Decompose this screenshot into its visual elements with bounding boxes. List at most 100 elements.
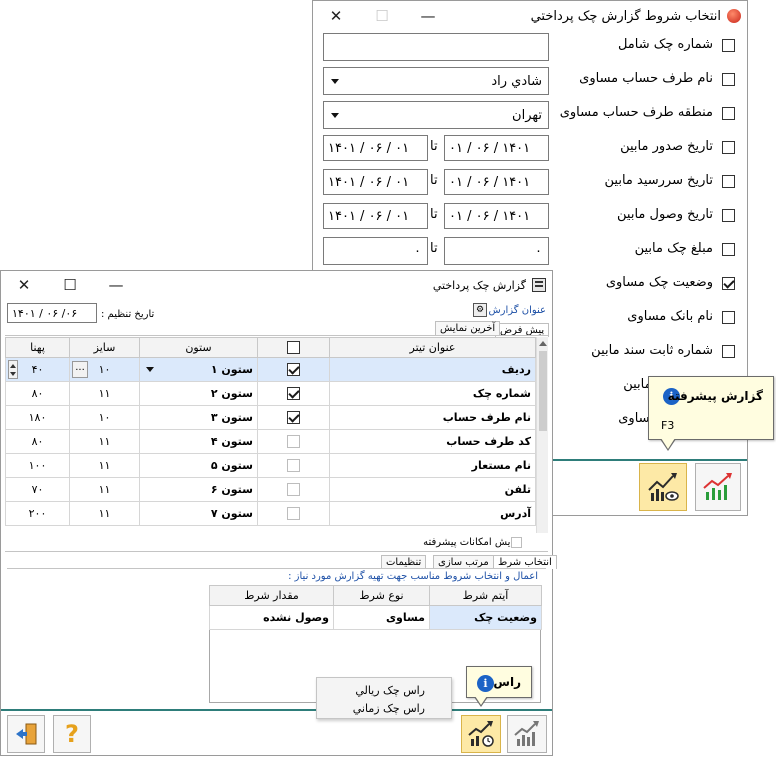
row-title-cell[interactable]: ردیف — [329, 357, 536, 382]
region-dropdown[interactable]: تهران — [323, 101, 549, 129]
row-width-cell[interactable]: ۲۰۰ — [5, 501, 70, 526]
tab-last-view[interactable]: آخرین نمایش — [435, 321, 501, 335]
row-column-cell[interactable]: ستون ۳ — [139, 405, 258, 430]
row-width-cell[interactable]: ۱۰۰ — [5, 453, 70, 478]
condition-checkbox[interactable] — [722, 141, 735, 154]
report-chart-button[interactable] — [507, 715, 547, 753]
tab-select-condition[interactable]: انتخاب شرط — [493, 555, 557, 569]
row-visible-checkbox[interactable] — [287, 435, 300, 449]
stepper-down-icon[interactable] — [10, 372, 16, 376]
row-title-cell[interactable]: کد طرف حساب — [329, 429, 536, 454]
tab-settings[interactable]: تنظیمات — [381, 555, 427, 569]
collect-date-to[interactable]: ۱۴۰۱ / ۰۶ / ۰۱ — [323, 203, 428, 229]
row-check-cell[interactable] — [257, 429, 330, 454]
row-title-cell[interactable]: آدرس — [329, 501, 536, 526]
minimize-button[interactable]: — — [405, 1, 451, 31]
table-row[interactable]: آدرس ستون ۷ ۱۱ ۲۰۰ — [5, 501, 536, 526]
amount-to-input[interactable]: ۰ — [323, 237, 428, 265]
row-check-cell[interactable] — [257, 357, 330, 382]
row-size-cell[interactable]: ۱۰ — [69, 405, 140, 430]
row-size-cell[interactable]: ۱۱ — [69, 453, 140, 478]
row-width-cell[interactable]: ۸۰ — [5, 429, 70, 454]
row-column-cell[interactable]: ستون ۶ — [139, 477, 258, 502]
due-date-to[interactable]: ۱۴۰۱ / ۰۶ / ۰۱ — [323, 169, 428, 195]
table-row[interactable]: کد طرف حساب ستون ۴ ۱۱ ۸۰ — [5, 429, 536, 454]
maximize-button[interactable]: ☐ — [47, 271, 93, 299]
minimize-button[interactable]: — — [93, 271, 139, 299]
account-name-dropdown[interactable]: شادي راد — [323, 67, 549, 95]
ras-button[interactable] — [461, 715, 501, 753]
stepper-up-icon[interactable] — [10, 364, 16, 368]
col-header-check[interactable] — [257, 337, 330, 358]
row-width-cell[interactable]: ۸۰ — [5, 381, 70, 406]
table-row[interactable]: تلفن ستون ۶ ۱۱ ۷۰ — [5, 477, 536, 502]
row-visible-checkbox[interactable] — [287, 459, 300, 473]
row-visible-checkbox[interactable] — [287, 483, 300, 497]
table-row[interactable]: ردیف ستون ۱ ۱۰... ۴۰ — [5, 357, 536, 382]
report-button[interactable] — [695, 463, 741, 511]
row-size-cell[interactable]: ۱۱ — [69, 501, 140, 526]
row-column-cell[interactable]: ستون ۲ — [139, 381, 258, 406]
row-title-cell[interactable]: نام مستعار — [329, 453, 536, 478]
condition-row[interactable]: وضعیت چک مساوی وصول نشده — [209, 605, 542, 630]
row-check-cell[interactable] — [257, 453, 330, 478]
check-number-input[interactable] — [323, 33, 549, 61]
cond-value-cell[interactable]: وصول نشده — [209, 605, 334, 630]
condition-checkbox[interactable] — [722, 209, 735, 222]
collect-date-from[interactable]: ۰۱ / ۰۶ / ۱۴۰۱ — [444, 203, 549, 229]
table-row[interactable]: نام مستعار ستون ۵ ۱۱ ۱۰۰ — [5, 453, 536, 478]
row-title-cell[interactable]: شماره چک — [329, 381, 536, 406]
width-stepper[interactable] — [8, 360, 18, 379]
row-visible-checkbox[interactable] — [287, 387, 300, 401]
condition-checkbox[interactable] — [722, 73, 735, 86]
row-width-cell[interactable]: ۷۰ — [5, 477, 70, 502]
help-button[interactable]: ? — [53, 715, 91, 753]
condition-checkbox[interactable] — [722, 277, 735, 290]
row-column-cell[interactable]: ستون ۵ — [139, 453, 258, 478]
row-column-cell[interactable]: ستون ۱ — [139, 357, 258, 382]
row-check-cell[interactable] — [257, 405, 330, 430]
condition-checkbox[interactable] — [722, 345, 735, 358]
condition-checkbox[interactable] — [722, 175, 735, 188]
condition-checkbox[interactable] — [722, 107, 735, 120]
scroll-up-arrow-icon[interactable] — [539, 341, 547, 346]
table-row[interactable]: نام طرف حساب ستون ۳ ۱۰ ۱۸۰ — [5, 405, 536, 430]
row-width-cell[interactable]: ۱۸۰ — [5, 405, 70, 430]
menu-item-time-ras[interactable]: راس چک زماني — [353, 702, 425, 715]
issue-date-to[interactable]: ۱۴۰۱ / ۰۶ / ۰۱ — [323, 135, 428, 161]
row-visible-checkbox[interactable] — [287, 507, 300, 521]
condition-checkbox[interactable] — [722, 39, 735, 52]
tab-sort[interactable]: مرتب سازی — [433, 555, 494, 569]
condition-checkbox[interactable] — [722, 243, 735, 256]
report-gear-icon[interactable]: ⚙ — [473, 303, 487, 317]
row-size-cell[interactable]: ۱۱ — [69, 429, 140, 454]
condition-checkbox[interactable] — [722, 311, 735, 324]
row-size-cell[interactable]: ۱۰... — [69, 357, 140, 382]
row-width-cell[interactable]: ۴۰ — [5, 357, 70, 382]
row-title-cell[interactable]: تلفن — [329, 477, 536, 502]
select-all-checkbox[interactable] — [287, 341, 300, 355]
grid-scrollbar[interactable] — [536, 337, 548, 533]
row-visible-checkbox[interactable] — [287, 363, 300, 377]
row-size-cell[interactable]: ۱۱ — [69, 381, 140, 406]
maximize-button[interactable]: ☐ — [359, 1, 405, 31]
cond-item-cell[interactable]: وضعیت چک — [429, 605, 542, 630]
issue-date-from[interactable]: ۰۱ / ۰۶ / ۱۴۰۱ — [444, 135, 549, 161]
set-date-field[interactable]: ۱۴۰۱ / ۰۶ /۰۶ — [7, 303, 97, 323]
close-button[interactable]: ✕ — [313, 1, 359, 31]
row-check-cell[interactable] — [257, 501, 330, 526]
scroll-thumb[interactable] — [539, 351, 547, 431]
due-date-from[interactable]: ۰۱ / ۰۶ / ۱۴۰۱ — [444, 169, 549, 195]
row-check-cell[interactable] — [257, 381, 330, 406]
exit-button[interactable] — [7, 715, 45, 753]
row-check-cell[interactable] — [257, 477, 330, 502]
row-column-cell[interactable]: ستون ۷ — [139, 501, 258, 526]
close-button[interactable]: ✕ — [1, 271, 47, 299]
menu-item-rial-ras[interactable]: راس چک ريالي — [355, 684, 425, 697]
amount-from-input[interactable]: ۰ — [444, 237, 549, 265]
table-row[interactable]: شماره چک ستون ۲ ۱۱ ۸۰ — [5, 381, 536, 406]
row-visible-checkbox[interactable] — [287, 411, 300, 425]
advanced-report-button[interactable] — [639, 463, 687, 511]
show-advanced-checkbox[interactable] — [511, 537, 522, 548]
row-title-cell[interactable]: نام طرف حساب — [329, 405, 536, 430]
